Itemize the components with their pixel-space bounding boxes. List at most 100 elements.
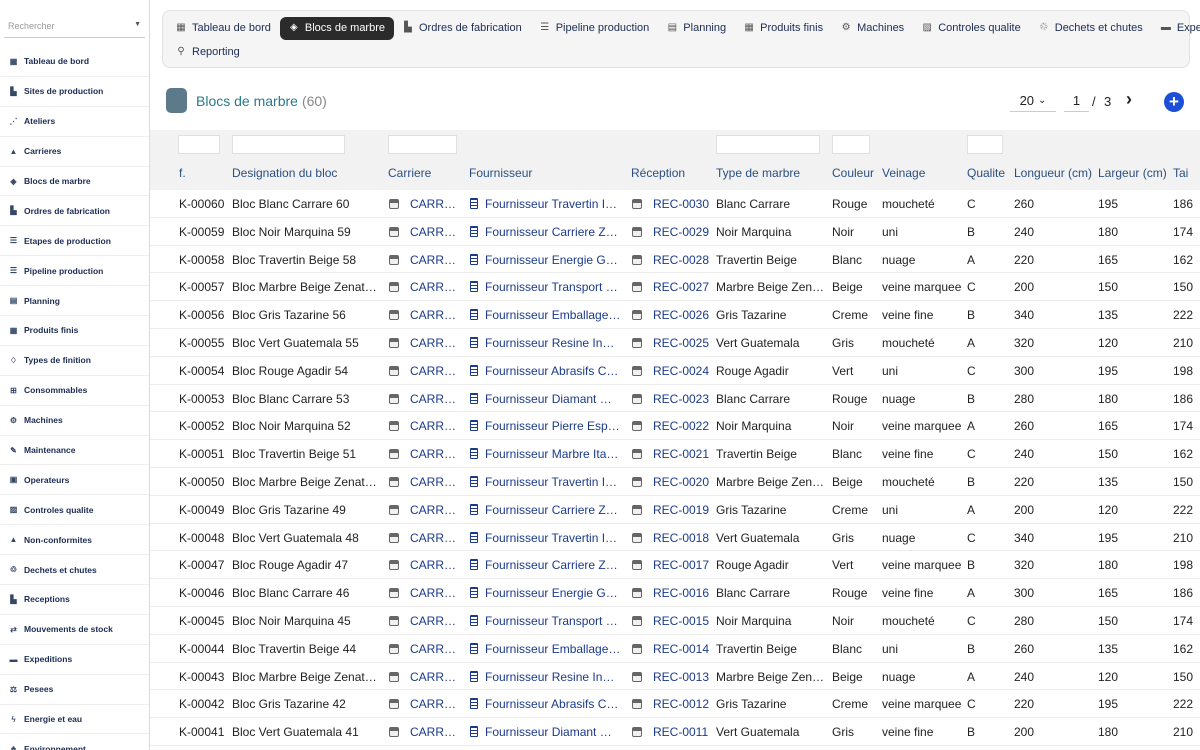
table-row[interactable]: K-00041 Bloc Vert Guatemala 41 CARR-01 Four…	[150, 718, 1200, 746]
column-header[interactable]: Type de marbre	[716, 166, 800, 180]
sidebar-item-produits-finis[interactable]: ▦ Produits finis	[0, 316, 149, 346]
reception-link[interactable]: REC-0022	[653, 419, 711, 433]
per-page-select[interactable]: 20 ⌄	[1010, 90, 1056, 112]
sidebar-item-blocs-de-marbre[interactable]: ◈ Blocs de marbre	[0, 167, 149, 197]
supplier-link[interactable]: Fournisseur Abrasifs Chi…	[485, 697, 621, 711]
tab-dechets-et-chutes[interactable]: ♲ Dechets et chutes	[1030, 17, 1152, 40]
tab-ordres-de-fabrication[interactable]: ▙ Ordres de fabrication	[394, 17, 531, 40]
table-row[interactable]: K-00046 Bloc Blanc Carrare 46 CARR-06 Fourn…	[150, 579, 1200, 607]
supplier-link[interactable]: Fournisseur Resine Indu…	[485, 336, 621, 350]
table-row[interactable]: K-00057 Bloc Marbre Beige Zenata 57 CARR-0…	[150, 273, 1200, 302]
table-row[interactable]: K-00051 Bloc Travertin Beige 51 CARR-03 Fou…	[150, 440, 1200, 468]
reception-link[interactable]: REC-0027	[653, 280, 711, 294]
reception-link[interactable]: REC-0020	[653, 475, 711, 489]
supplier-link[interactable]: Fournisseur Energie Gri…	[485, 253, 621, 267]
sidebar-item-energie-et-eau[interactable]: ϟ Energie et eau	[0, 705, 149, 735]
reception-link[interactable]: REC-0018	[653, 531, 711, 545]
sidebar-item-tableau-de-bord[interactable]: ▦ Tableau de bord	[0, 47, 149, 77]
sidebar-item-mouvements-de-stock[interactable]: ⇄ Mouvements de stock	[0, 615, 149, 645]
chevron-down-icon[interactable]: ▼	[134, 21, 141, 28]
column-filter-input[interactable]	[832, 135, 870, 154]
supplier-link[interactable]: Fournisseur Transport L…	[485, 280, 621, 294]
column-filter-input[interactable]	[232, 135, 345, 154]
carriere-link[interactable]: CARR-03	[410, 447, 458, 461]
sidebar-item-expeditions[interactable]: ▬ Expeditions	[0, 645, 149, 675]
reception-link[interactable]: REC-0015	[653, 614, 711, 628]
table-row[interactable]: K-00050 Bloc Marbre Beige Zenata 50 CARR-0…	[150, 468, 1200, 496]
table-row[interactable]: K-00048 Bloc Vert Guatemala 48 CARR-08 Four…	[150, 524, 1200, 552]
column-header[interactable]: Réception	[631, 166, 685, 180]
tab-produits-finis[interactable]: ▦ Produits finis	[735, 17, 832, 40]
carriere-link[interactable]: CARR-03	[410, 670, 458, 684]
sidebar-item-ateliers[interactable]: ⋰ Ateliers	[0, 107, 149, 137]
sidebar-item-types-de-finition[interactable]: ♢ Types de finition	[0, 346, 149, 376]
column-header[interactable]: Designation du bloc	[232, 166, 337, 180]
reception-link[interactable]: REC-0028	[653, 253, 711, 267]
table-row[interactable]: K-00044 Bloc Travertin Beige 44 CARR-04 Fou…	[150, 635, 1200, 663]
column-filter-input[interactable]	[178, 135, 220, 154]
supplier-link[interactable]: Fournisseur Carriere Ze…	[485, 558, 621, 572]
tab-reporting[interactable]: ⚲ Reporting	[167, 41, 249, 64]
carriere-link[interactable]: CARR-01	[410, 280, 458, 294]
supplier-link[interactable]: Fournisseur Marbre Italie 3	[485, 447, 621, 461]
add-record-button[interactable]: +	[1164, 92, 1184, 112]
sidebar-item-planning[interactable]: ▤ Planning	[0, 286, 149, 317]
next-page-button[interactable]: ›	[1126, 89, 1132, 110]
column-header[interactable]: f.	[179, 166, 186, 180]
tab-expeditions[interactable]: ▬ Expeditions	[1152, 17, 1200, 40]
sidebar-item-maintenance[interactable]: ✎ Maintenance	[0, 436, 149, 466]
sidebar-item-environnement[interactable]: ♣ Environnement	[0, 734, 149, 750]
sidebar-item-non-conformites[interactable]: ▲ Non-conformites	[0, 525, 149, 556]
reception-link[interactable]: REC-0019	[653, 503, 711, 517]
supplier-link[interactable]: Fournisseur Transport L…	[485, 614, 621, 628]
supplier-link[interactable]: Fournisseur Travertin Im…	[485, 531, 621, 545]
reception-link[interactable]: REC-0021	[653, 447, 711, 461]
tab-tableau-de-bord[interactable]: ▦ Tableau de bord	[167, 17, 280, 40]
carriere-link[interactable]: CARR-08	[410, 308, 458, 322]
supplier-link[interactable]: Fournisseur Carriere Ze…	[485, 225, 621, 239]
tab-controles-qualite[interactable]: ▨ Controles qualite	[913, 17, 1030, 40]
supplier-link[interactable]: Fournisseur Travertin Im…	[485, 475, 621, 489]
column-header[interactable]: Largeur (cm)	[1098, 166, 1167, 180]
sidebar-item-consommables[interactable]: ⊞ Consommables	[0, 376, 149, 406]
table-row[interactable]: K-00058 Bloc Travertin Beige 58 CARR-02 Fou…	[150, 246, 1200, 274]
carriere-link[interactable]: CARR-05	[410, 392, 458, 406]
sidebar-item-dechets-et-chutes[interactable]: ♲ Dechets et chutes	[0, 555, 149, 586]
supplier-link[interactable]: Fournisseur Diamant Ou…	[485, 392, 621, 406]
reception-link[interactable]: REC-0012	[653, 697, 711, 711]
supplier-link[interactable]: Fournisseur Emballage …	[485, 642, 621, 656]
carriere-link[interactable]: CARR-08	[410, 531, 458, 545]
sidebar-item-carrieres[interactable]: ▲ Carrieres	[0, 137, 149, 167]
carriere-link[interactable]: CARR-02	[410, 475, 458, 489]
sidebar-item-pipeline-production[interactable]: ☰ Pipeline production	[0, 256, 149, 287]
table-row[interactable]: K-00056 Bloc Gris Tazarine 56 CARR-08 Fourn…	[150, 301, 1200, 329]
carriere-link[interactable]: CARR-04	[410, 419, 458, 433]
reception-link[interactable]: REC-0016	[653, 586, 711, 600]
table-row[interactable]: K-00055 Bloc Vert Guatemala 55 CARR-07 Four…	[150, 329, 1200, 357]
table-row[interactable]: K-00054 Bloc Rouge Agadir 54 CARR-06 Fourni…	[150, 357, 1200, 385]
carriere-link[interactable]: CARR-02	[410, 253, 458, 267]
carriere-link[interactable]: CARR-07	[410, 336, 458, 350]
sidebar-item-controles-qualite[interactable]: ▨ Controles qualite	[0, 495, 149, 526]
supplier-link[interactable]: Fournisseur Pierre Espa…	[485, 419, 621, 433]
supplier-link[interactable]: Fournisseur Diamant Ou…	[485, 725, 621, 739]
carriere-link[interactable]: CARR-07	[410, 558, 458, 572]
reception-link[interactable]: REC-0025	[653, 336, 711, 350]
table-row[interactable]: K-00042 Bloc Gris Tazarine 42 CARR-02 Fourn…	[150, 690, 1200, 719]
column-filter-input[interactable]	[967, 135, 1003, 154]
supplier-link[interactable]: Fournisseur Resine Indu…	[485, 670, 621, 684]
table-row[interactable]: K-00043 Bloc Marbre Beige Zenata 43 CARR-0…	[150, 663, 1200, 691]
table-row[interactable]: K-00049 Bloc Gris Tazarine 49 CARR-01 Fourn…	[150, 496, 1200, 524]
reception-link[interactable]: REC-0026	[653, 308, 711, 322]
tab-planning[interactable]: ▤ Planning	[658, 17, 735, 40]
table-row[interactable]: K-00053 Bloc Blanc Carrare 53 CARR-05 Fourn…	[150, 385, 1200, 413]
reception-link[interactable]: REC-0013	[653, 670, 711, 684]
table-row[interactable]: K-00045 Bloc Noir Marquina 45 CARR-05 Fourn…	[150, 607, 1200, 635]
sidebar-item-etapes-de-production[interactable]: ☰ Etapes de production	[0, 226, 149, 257]
column-filter-input[interactable]	[716, 135, 820, 154]
column-header[interactable]: Fournisseur	[469, 166, 532, 180]
column-header[interactable]: Tai	[1173, 166, 1188, 180]
column-header[interactable]: Couleur	[832, 166, 874, 180]
sidebar-item-sites-de-production[interactable]: ▙ Sites de production	[0, 77, 149, 107]
supplier-link[interactable]: Fournisseur Abrasifs Chi…	[485, 364, 621, 378]
